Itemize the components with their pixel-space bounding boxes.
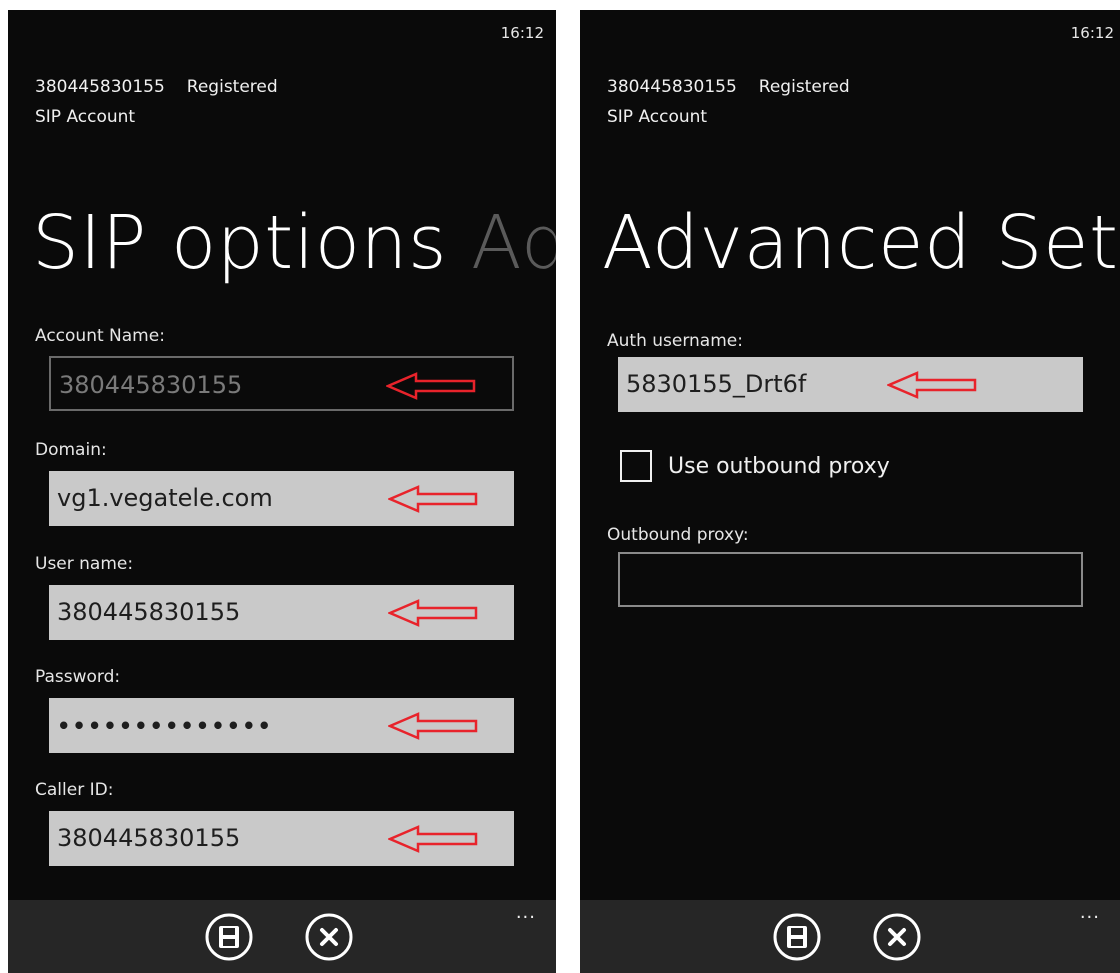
- auth-username-value: 5830155_Drt6f: [626, 370, 807, 398]
- save-icon[interactable]: [772, 912, 822, 962]
- app-bar: ...: [580, 900, 1120, 973]
- clock: 16:12: [1070, 24, 1114, 42]
- password-label: Password:: [35, 667, 121, 687]
- account-status: 380445830155 Registered SIP Account: [607, 72, 850, 132]
- advanced-settings-screen: 16:12 380445830155 Registered SIP Account…: [580, 10, 1120, 973]
- account-name-label: Account Name:: [35, 326, 165, 346]
- registration-status: Registered: [186, 77, 278, 97]
- use-outbound-proxy-label: Use outbound proxy: [668, 453, 890, 479]
- account-type: SIP Account: [35, 107, 136, 127]
- app-bar: ...: [8, 900, 556, 973]
- outbound-proxy-field[interactable]: [618, 552, 1083, 607]
- domain-value: vg1.vegatele.com: [57, 484, 273, 512]
- domain-label: Domain:: [35, 440, 107, 460]
- password-value: ••••••••••••••: [57, 714, 273, 738]
- sip-options-screen: 16:12 380445830155 Registered SIP Account…: [8, 10, 556, 973]
- user-name-field[interactable]: 380445830155: [49, 585, 514, 640]
- annotation-arrow-icon: [388, 485, 478, 513]
- annotation-arrow-icon: [388, 599, 478, 627]
- account-number: 380445830155: [607, 77, 737, 97]
- account-type: SIP Account: [607, 107, 708, 127]
- auth-username-label: Auth username:: [607, 331, 743, 351]
- caller-id-label: Caller ID:: [35, 780, 114, 800]
- pivot-advanced-settings[interactable]: Advanced Setti: [602, 200, 1120, 286]
- annotation-arrow-icon: [388, 825, 478, 853]
- user-name-label: User name:: [35, 554, 134, 574]
- pivot-header: Advanced Setti: [602, 198, 1120, 288]
- outbound-proxy-label: Outbound proxy:: [607, 525, 749, 545]
- annotation-arrow-icon: [386, 372, 476, 400]
- caller-id-field[interactable]: 380445830155: [49, 811, 514, 866]
- account-number: 380445830155: [35, 77, 165, 97]
- account-status: 380445830155 Registered SIP Account: [35, 72, 278, 132]
- cancel-icon[interactable]: [304, 912, 354, 962]
- domain-field[interactable]: vg1.vegatele.com: [49, 471, 514, 526]
- pivot-sip-options[interactable]: SIP options: [32, 200, 447, 286]
- use-outbound-proxy-checkbox[interactable]: [620, 450, 652, 482]
- cancel-icon[interactable]: [872, 912, 922, 962]
- use-outbound-proxy-row[interactable]: Use outbound proxy: [620, 450, 890, 482]
- annotation-arrow-icon: [388, 712, 478, 740]
- account-name-field: 380445830155: [49, 356, 514, 411]
- password-field[interactable]: ••••••••••••••: [49, 698, 514, 753]
- account-name-value: 380445830155: [59, 371, 243, 399]
- pivot-advanced-settings[interactable]: Adv: [471, 200, 556, 286]
- pivot-header: SIP options Adv: [32, 198, 556, 288]
- more-menu-button[interactable]: ...: [1080, 902, 1100, 923]
- annotation-arrow-icon: [887, 371, 977, 399]
- registration-status: Registered: [758, 77, 850, 97]
- clock: 16:12: [500, 24, 544, 42]
- user-name-value: 380445830155: [57, 598, 241, 626]
- save-icon[interactable]: [204, 912, 254, 962]
- auth-username-field[interactable]: 5830155_Drt6f: [618, 357, 1083, 412]
- caller-id-value: 380445830155: [57, 824, 241, 852]
- more-menu-button[interactable]: ...: [516, 902, 536, 923]
